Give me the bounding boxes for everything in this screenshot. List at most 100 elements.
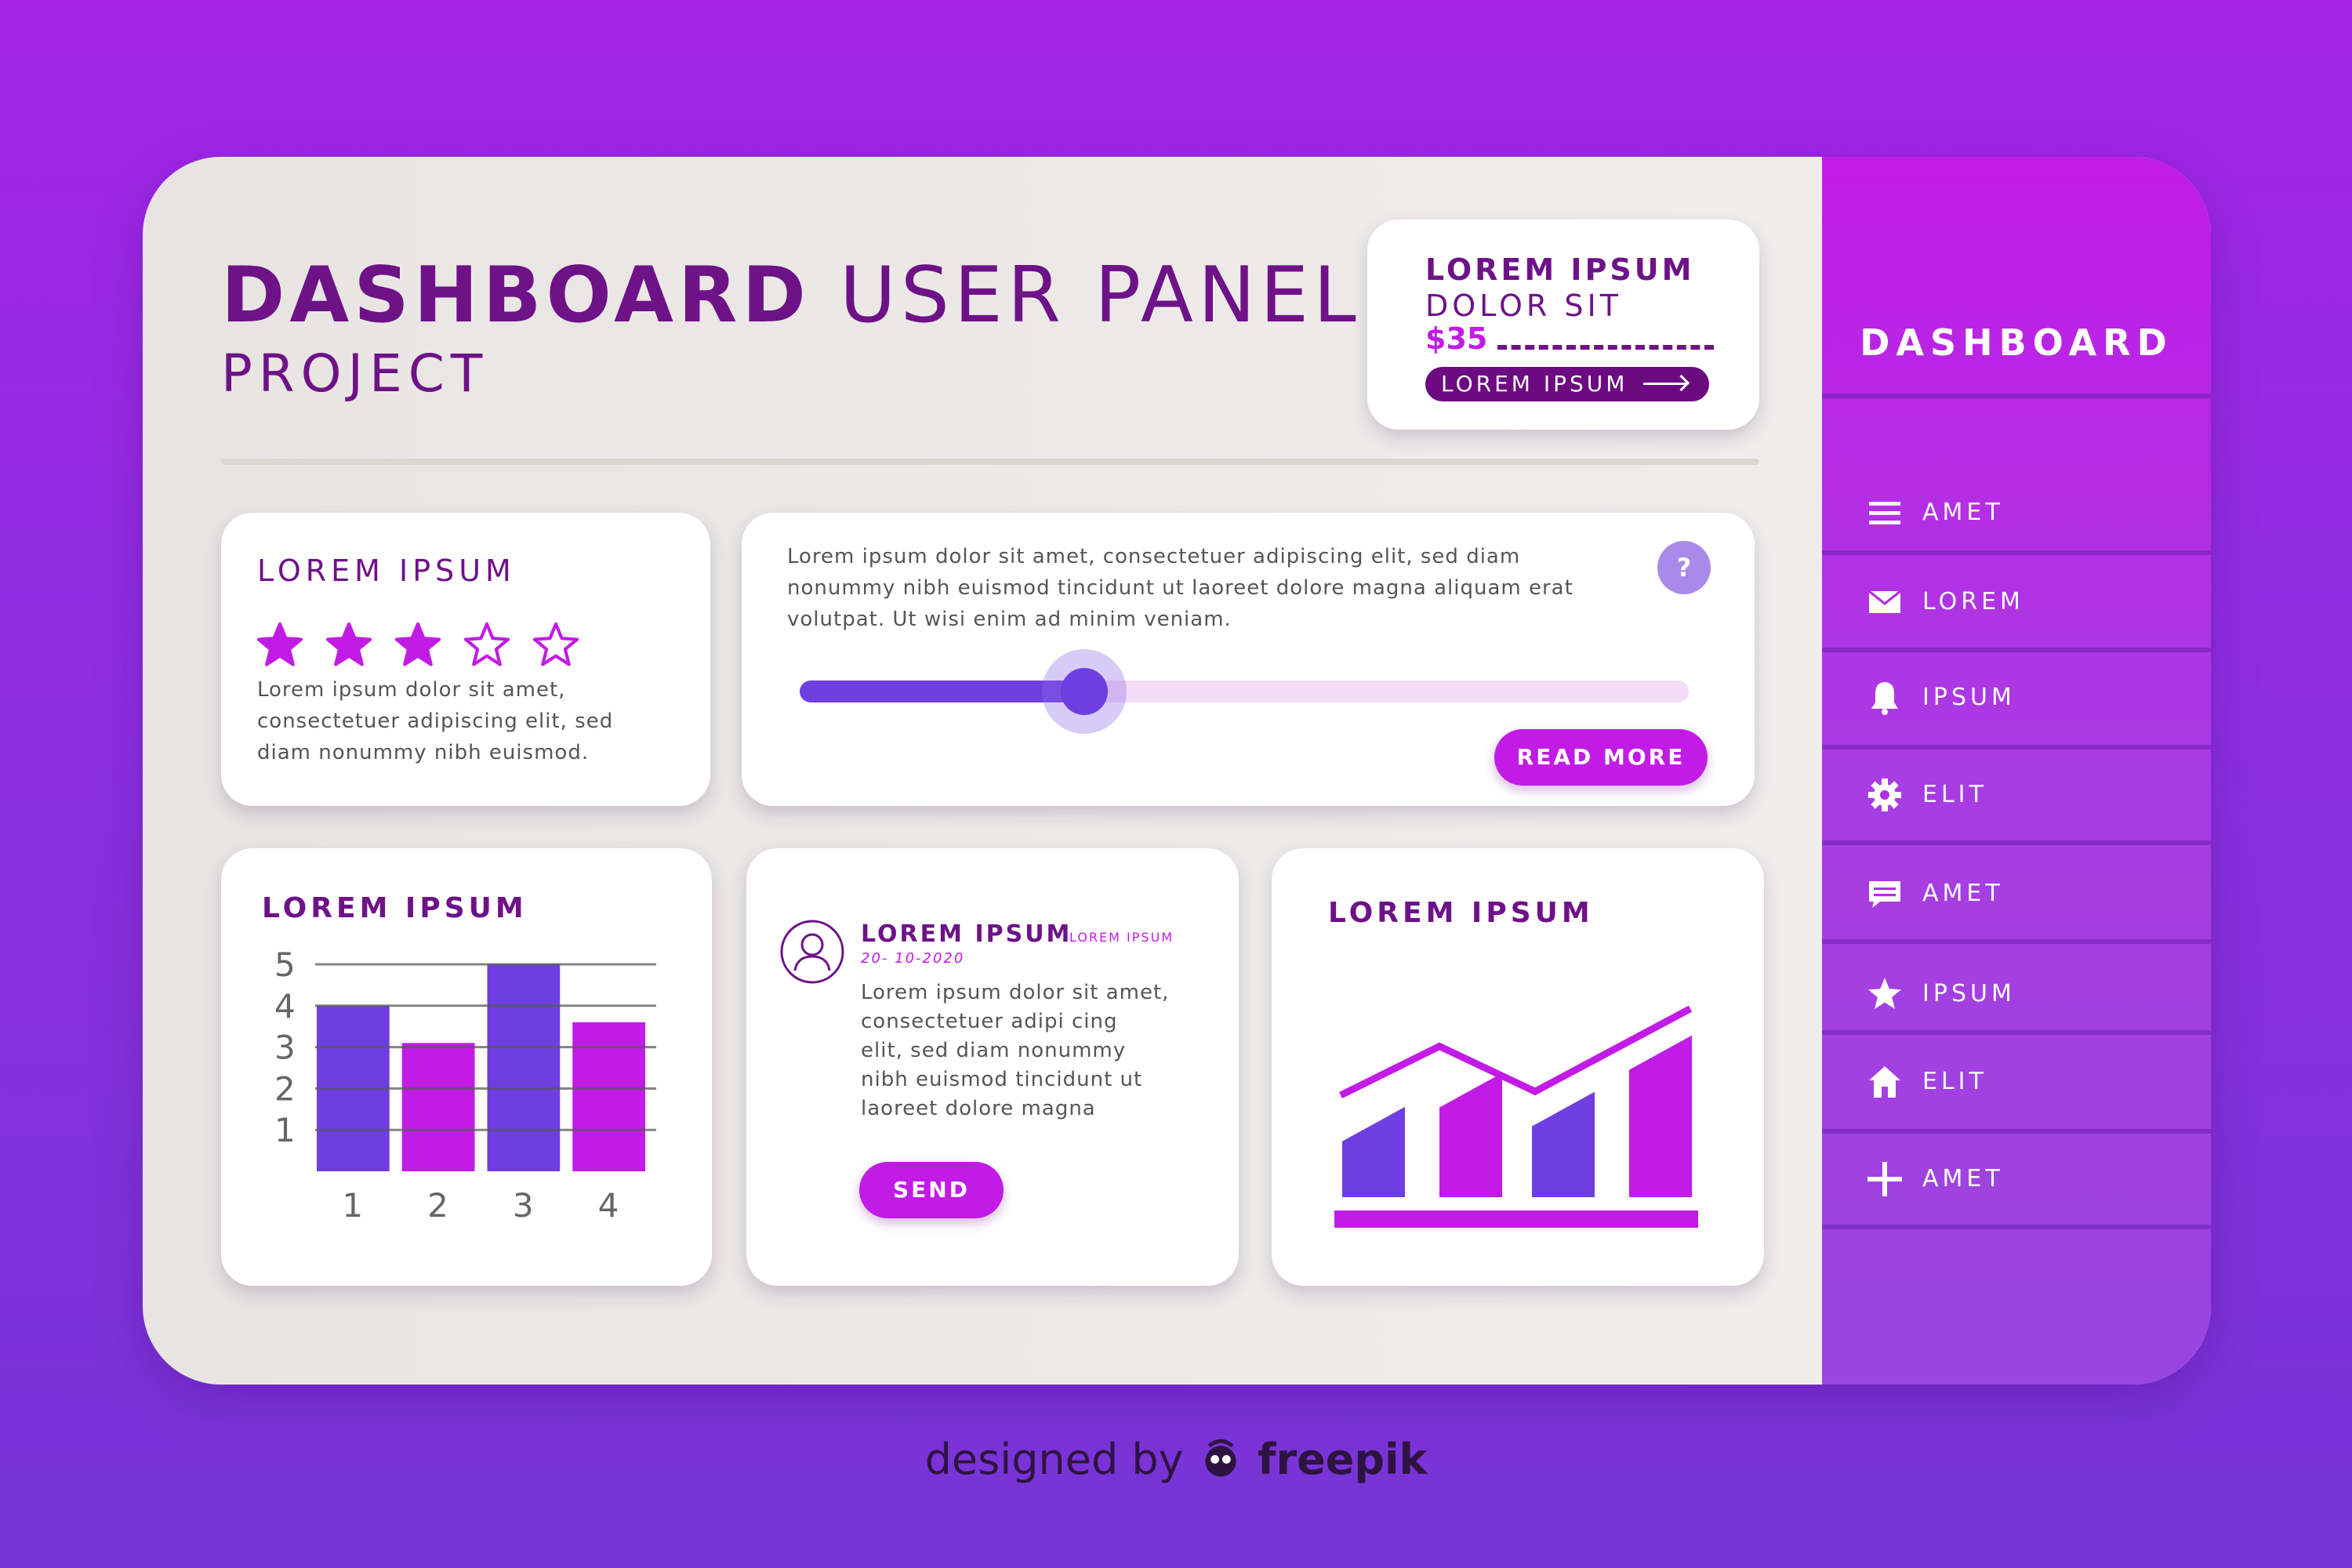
chart-bar bbox=[401, 1043, 475, 1171]
slider-card: Lorem ipsum dolor sit amet, consectetuer… bbox=[742, 513, 1755, 806]
home-icon bbox=[1869, 1066, 1900, 1098]
sidebar-item-ipsum[interactable]: IPSUM bbox=[1822, 649, 2211, 743]
message-author: LOREM IPSUM bbox=[861, 920, 1073, 948]
menu-icon bbox=[1869, 502, 1900, 524]
y-tick-label: 5 bbox=[274, 946, 296, 984]
sidebar-item-label: IPSUM bbox=[1922, 980, 2016, 1007]
sidebar-item-label: AMET bbox=[1922, 880, 2004, 907]
credit-line: designed by freepik bbox=[0, 1435, 2352, 1484]
header-divider bbox=[221, 459, 1759, 465]
user-avatar-icon bbox=[780, 920, 844, 984]
trend-chart-card: LOREM IPSUM bbox=[1272, 848, 1764, 1286]
text-line: laoreet dolore magna bbox=[861, 1097, 1096, 1120]
gear-icon bbox=[1868, 779, 1901, 811]
credit-prefix: designed by bbox=[924, 1435, 1184, 1484]
text-line: elit, sed diam nonummy bbox=[861, 1039, 1127, 1062]
x-tick-label: 3 bbox=[513, 1186, 534, 1225]
y-tick-label: 3 bbox=[274, 1029, 296, 1067]
bar-chart: 123451 2 3 4 bbox=[274, 946, 656, 1225]
text-line: consectetuer adipiscing elit, sed bbox=[257, 710, 614, 733]
chart-bar bbox=[1439, 1073, 1502, 1197]
sidebar-divider bbox=[1822, 939, 2211, 944]
arrow-right-icon bbox=[1643, 383, 1687, 385]
promo-title: LOREM IPSUM bbox=[1425, 252, 1695, 287]
bell-icon bbox=[1871, 682, 1898, 715]
y-tick-label: 2 bbox=[274, 1069, 296, 1108]
sidebar-item-lorem[interactable]: LOREM bbox=[1822, 554, 2211, 648]
sidebar-title: DASHBOARD bbox=[1860, 321, 2173, 364]
promo-card: LOREM IPSUM DOLOR SIT $35 LOREM IPSUM bbox=[1367, 220, 1759, 430]
sidebar-item-label: IPSUM bbox=[1922, 684, 2016, 711]
page-title-rest: USER PANEL bbox=[839, 251, 1361, 340]
sidebar: DASHBOARD AMET LOREM IPSUM ELIT AMET IPS… bbox=[1822, 157, 2211, 1385]
freepik-logo-icon bbox=[1205, 1439, 1236, 1477]
message-card: LOREM IPSUM LOREM IPSUM 20- 10-2020 Lore… bbox=[746, 848, 1239, 1286]
sidebar-item-amet[interactable]: AMET bbox=[1822, 845, 2211, 939]
sidebar-item-amet[interactable]: AMET bbox=[1822, 464, 2211, 558]
promo-dashed-line bbox=[1497, 345, 1714, 350]
page-title-bold: DASHBOARD bbox=[221, 251, 811, 340]
text-line: diam nonummy nibh euismod. bbox=[257, 741, 590, 764]
slider-track[interactable] bbox=[800, 649, 1689, 734]
sidebar-divider bbox=[1822, 394, 2211, 398]
message-tag[interactable]: LOREM IPSUM bbox=[1069, 930, 1174, 945]
promo-button[interactable]: LOREM IPSUM bbox=[1425, 367, 1709, 401]
text-line: volutpat. Ut wisi enim ad minim veniam. bbox=[787, 608, 1232, 631]
chat-icon bbox=[1869, 881, 1900, 908]
sidebar-item-ipsum[interactable]: IPSUM bbox=[1822, 946, 2211, 1040]
dashboard-panel: DASHBOARD USER PANEL PROJECT LOREM IPSUM… bbox=[143, 157, 2211, 1385]
help-icon[interactable]: ? bbox=[1657, 541, 1711, 594]
promo-button-label: LOREM IPSUM bbox=[1441, 371, 1628, 397]
sidebar-item-elit[interactable]: ELIT bbox=[1822, 1033, 2211, 1127]
mail-icon bbox=[1868, 590, 1901, 613]
sidebar-item-label: AMET bbox=[1922, 1165, 2004, 1192]
promo-subtitle: DOLOR SIT bbox=[1425, 289, 1622, 323]
sidebar-item-label: AMET bbox=[1922, 499, 2004, 526]
chart-bar bbox=[1629, 1035, 1692, 1197]
text-line: Lorem ipsum dolor sit amet, bbox=[861, 981, 1170, 1004]
text-line: nonummy nibh euismod tincidunt ut laoree… bbox=[787, 576, 1573, 600]
chart-bar bbox=[487, 964, 561, 1171]
message-date: 20- 10-2020 bbox=[861, 950, 965, 967]
sidebar-item-label: ELIT bbox=[1922, 781, 1987, 808]
star-icon[interactable] bbox=[256, 621, 304, 670]
trend-chart bbox=[1334, 1005, 1698, 1228]
plus-icon bbox=[1867, 1162, 1902, 1196]
y-tick-label: 4 bbox=[274, 987, 296, 1025]
rating-card-title: LOREM IPSUM bbox=[257, 554, 516, 588]
sidebar-item-elit[interactable]: ELIT bbox=[1822, 746, 2211, 840]
x-tick-label: 1 bbox=[342, 1186, 363, 1225]
credit-brand: freepik bbox=[1257, 1435, 1428, 1484]
page-subtitle: PROJECT bbox=[221, 343, 489, 404]
send-button[interactable]: SEND bbox=[859, 1162, 1004, 1218]
promo-price: $35 bbox=[1425, 321, 1488, 356]
rating-card: LOREM IPSUM Lorem ipsum dolor sit amet, … bbox=[221, 513, 710, 806]
slider-thumb[interactable] bbox=[1060, 668, 1108, 715]
star-icon[interactable] bbox=[532, 621, 580, 670]
rating-card-text: Lorem ipsum dolor sit amet, consectetuer… bbox=[257, 674, 613, 768]
sidebar-divider bbox=[1822, 1225, 2211, 1229]
chart-bar bbox=[1532, 1091, 1595, 1197]
bar-chart-card: LOREM IPSUM 123451234 bbox=[221, 848, 712, 1286]
chart-baseline bbox=[1334, 1210, 1698, 1228]
x-tick-label: 4 bbox=[598, 1186, 619, 1225]
text-line: nibh euismod tincidunt ut bbox=[861, 1068, 1143, 1091]
sidebar-item-label: ELIT bbox=[1922, 1068, 1987, 1095]
text-line: Lorem ipsum dolor sit amet, bbox=[257, 678, 566, 702]
text-line: consectetuer adipi cing bbox=[861, 1010, 1118, 1033]
page-title: DASHBOARD USER PANEL bbox=[221, 251, 1361, 340]
x-tick-label: 2 bbox=[427, 1186, 448, 1225]
read-more-button[interactable]: READ MORE bbox=[1494, 729, 1708, 786]
sidebar-item-label: LOREM bbox=[1922, 588, 2024, 615]
chart-bar bbox=[1342, 1106, 1405, 1197]
star-icon bbox=[1868, 978, 1901, 1009]
sidebar-item-amet[interactable]: AMET bbox=[1822, 1131, 2211, 1225]
message-text: Lorem ipsum dolor sit amet, consectetuer… bbox=[861, 978, 1169, 1123]
star-icon[interactable] bbox=[463, 621, 511, 670]
text-line: Lorem ipsum dolor sit amet, consectetuer… bbox=[787, 545, 1521, 568]
slider-card-text: Lorem ipsum dolor sit amet, consectetuer… bbox=[787, 541, 1573, 635]
y-tick-label: 1 bbox=[274, 1111, 296, 1149]
chart-bar bbox=[572, 1022, 645, 1171]
star-icon[interactable] bbox=[394, 621, 442, 670]
star-icon[interactable] bbox=[325, 621, 373, 670]
